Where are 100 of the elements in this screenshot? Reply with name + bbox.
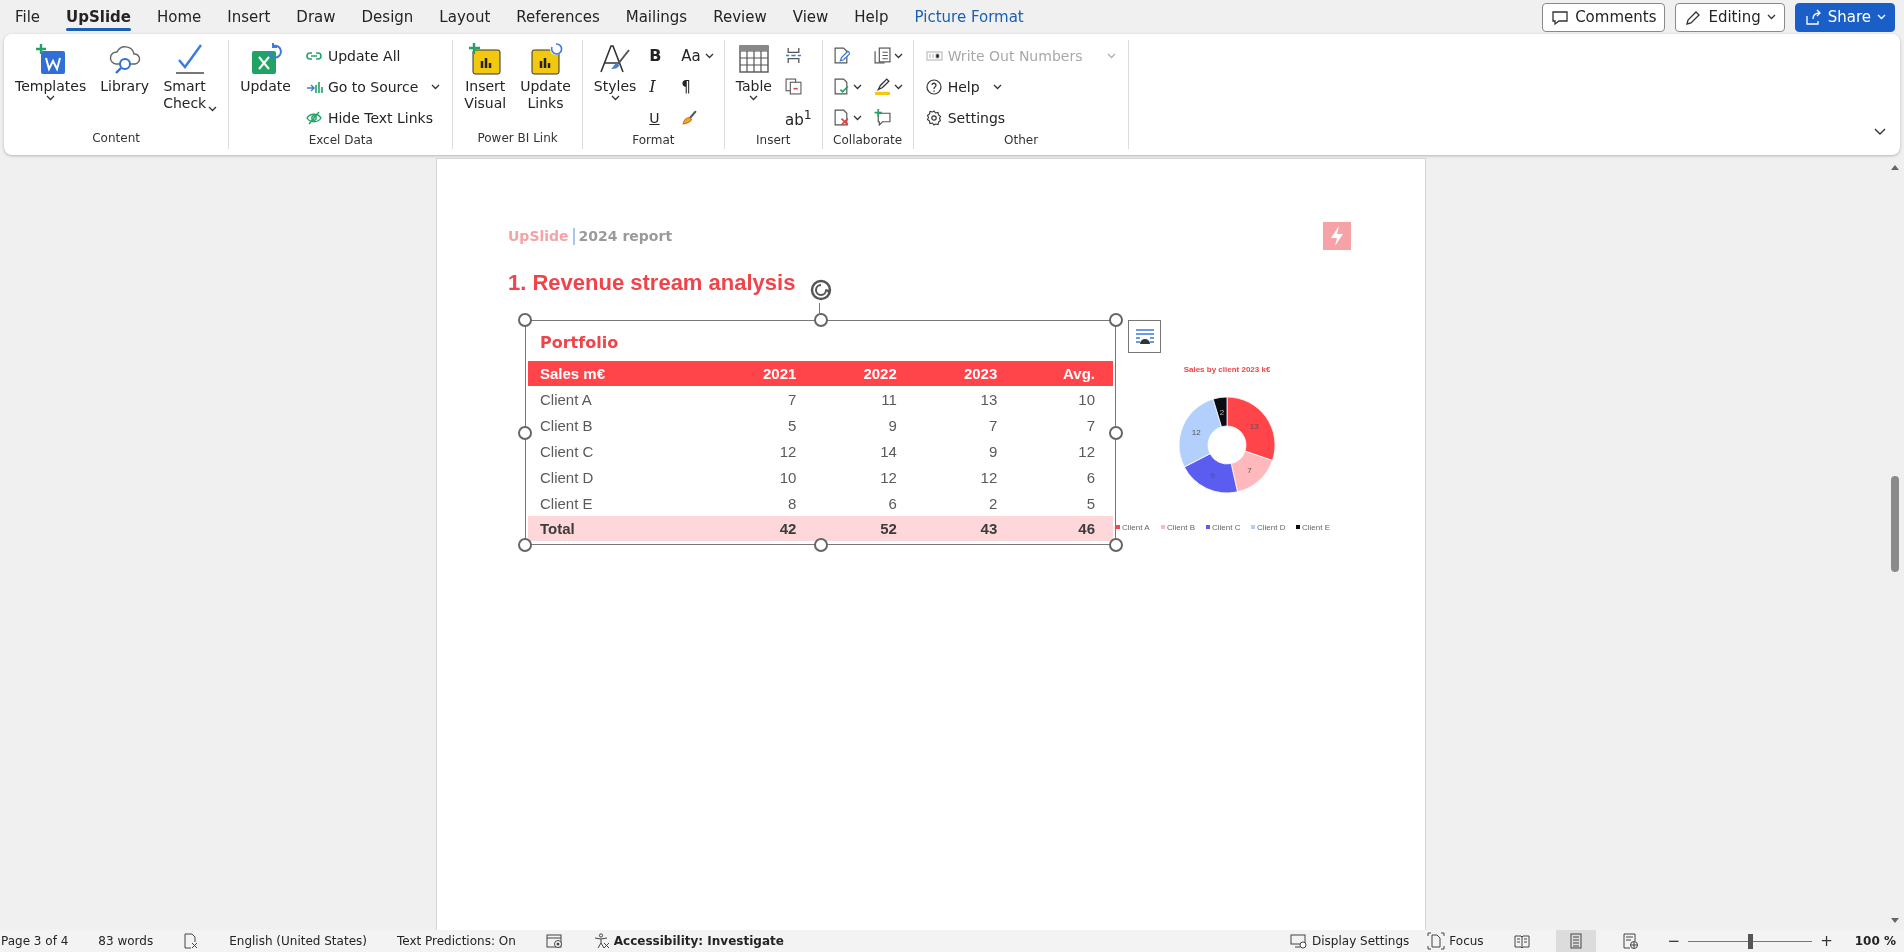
- ribbon-button[interactable]: Hide Text Links: [299, 102, 447, 133]
- ribbon-button[interactable]: I: [645, 71, 674, 102]
- language-label[interactable]: English (United States): [229, 934, 367, 948]
- resize-handle[interactable]: [1109, 538, 1123, 552]
- legend-swatch: [1206, 525, 1210, 529]
- ribbon-button[interactable]: Styles: [588, 40, 642, 103]
- ribbon-button[interactable]: Smart Check: [158, 40, 223, 114]
- slider-thumb[interactable]: [1748, 933, 1754, 949]
- ribbon-button[interactable]: Library: [95, 40, 155, 97]
- resize-handle[interactable]: [1109, 425, 1123, 440]
- report-title: 2024 report: [578, 228, 673, 244]
- brand-name: UpSlide: [508, 228, 569, 244]
- ribbon-tab[interactable]: File: [2, 2, 54, 32]
- ribbon-button[interactable]: ab$^{1}$: [781, 102, 816, 133]
- ribbon-button[interactable]: U: [645, 102, 674, 133]
- document-list-icon: [873, 47, 891, 64]
- ribbon-tab[interactable]: Insert: [214, 2, 284, 32]
- ribbon-button[interactable]: Templates: [10, 40, 92, 103]
- resize-handle[interactable]: [518, 425, 532, 440]
- resize-handle[interactable]: [1109, 313, 1123, 327]
- ribbon-button[interactable]: Aa: [677, 40, 718, 71]
- table-cell: 6: [814, 490, 915, 516]
- brush-icon: [681, 109, 699, 126]
- ribbon-button[interactable]: B: [645, 40, 674, 71]
- ribbon-button[interactable]: Table: [730, 40, 777, 103]
- text-wrap-icon: [1134, 327, 1155, 346]
- ribbon-tab[interactable]: UpSlide: [53, 2, 145, 32]
- header-button[interactable]: Editing: [1675, 2, 1785, 32]
- table-cell-text: 10: [778, 467, 798, 488]
- ribbon-tab[interactable]: View: [779, 2, 842, 32]
- header-button[interactable]: Comments: [1542, 2, 1666, 32]
- column-header: Avg.: [1015, 361, 1113, 386]
- table-cell-text: 12: [1077, 441, 1096, 462]
- focus-icon: [1427, 932, 1446, 950]
- zoom-in-button[interactable]: +: [1820, 932, 1833, 950]
- ribbon-tab[interactable]: Picture Format: [901, 2, 1037, 32]
- data-label: 9: [1210, 471, 1216, 481]
- accessibility-status[interactable]: Accessibility: Investigate: [613, 934, 784, 948]
- scroll-up-icon: [1890, 164, 1900, 171]
- ribbon-tab[interactable]: Draw: [283, 2, 349, 32]
- view-button[interactable]: [1555, 930, 1596, 952]
- column-header: 2023: [914, 361, 1016, 386]
- table-grid-icon: [736, 42, 771, 76]
- page-count[interactable]: Page 3 of 4: [1, 934, 69, 948]
- layout-options-button[interactable]: [1128, 320, 1161, 353]
- table-cell: 10: [1015, 386, 1113, 412]
- selection-frame[interactable]: Portfolio Sales m€ 2021 2022 2023 Avg. Client A 7 11 13 10 Client B 5 9 7 7 Client C 12 14 9 12 Client D 10 12 12 6 Client E 8 6 2 5 Total 42 52 43 46: [525, 320, 1116, 545]
- zoom-level[interactable]: 100 %: [1854, 934, 1896, 948]
- zoom-out-button[interactable]: −: [1667, 932, 1681, 950]
- legend-label: Client C: [1212, 523, 1241, 532]
- ribbon-button[interactable]: Update All: [299, 40, 447, 71]
- table-cell-text: Client B: [539, 415, 594, 436]
- ribbon-button[interactable]: ¶: [677, 71, 718, 102]
- resize-handle[interactable]: [813, 538, 828, 552]
- group-label: Collaborate: [832, 133, 904, 149]
- ribbon-tab[interactable]: Mailings: [612, 2, 701, 32]
- legend-swatch: [1251, 525, 1255, 529]
- ribbon-tab[interactable]: Review: [700, 2, 780, 32]
- table-cell-text: Client D: [539, 467, 595, 488]
- ribbon-button[interactable]: Help: [919, 71, 1123, 102]
- table-cell: 42: [713, 516, 815, 541]
- legend-label: Client A: [1122, 523, 1150, 532]
- data-label: 12: [1191, 427, 1201, 437]
- table-cell-text: 12: [778, 441, 798, 462]
- legend-label: Client D: [1257, 523, 1286, 532]
- ribbon-button[interactable]: Insert Visual: [459, 40, 512, 114]
- ribbon-button[interactable]: Go to Source: [299, 71, 447, 102]
- ribbon-tab[interactable]: References: [503, 2, 613, 32]
- resize-handle[interactable]: [813, 313, 828, 327]
- text-predictions-label[interactable]: Text Predictions: On: [396, 934, 516, 948]
- table-cell: 13: [914, 386, 1016, 412]
- ribbon-tab[interactable]: Home: [144, 2, 215, 32]
- ribbon-tab[interactable]: Layout: [426, 2, 504, 32]
- column-header: 2021: [713, 361, 815, 386]
- table-cell-text: 7: [987, 415, 999, 436]
- ribbon-tab[interactable]: Design: [348, 2, 427, 32]
- focus-button[interactable]: Focus: [1427, 932, 1484, 950]
- legend-swatch: [1161, 525, 1165, 529]
- word-count[interactable]: 83 words: [98, 934, 154, 948]
- ribbon-button[interactable]: Settings: [919, 102, 1123, 133]
- table-cell: 2: [914, 490, 1016, 516]
- table-cell-text: 12: [879, 467, 898, 488]
- header-button[interactable]: Share: [1794, 2, 1895, 32]
- legend-label: Client E: [1302, 523, 1330, 532]
- book-icon: [1513, 933, 1530, 949]
- bar-chart-refresh-icon: [528, 42, 563, 76]
- resize-handle[interactable]: [518, 538, 532, 552]
- legend-label: Client B: [1167, 523, 1195, 532]
- page-break-icon: [785, 47, 802, 64]
- ribbon-tab[interactable]: Help: [841, 2, 902, 32]
- table-cell-text: 12: [979, 467, 999, 488]
- display-settings-button[interactable]: Display Settings: [1290, 933, 1410, 949]
- ribbon-button[interactable]: Update: [235, 40, 296, 97]
- legend-swatch: [1296, 525, 1300, 529]
- ribbon-button[interactable]: Update Links: [515, 40, 576, 114]
- resize-handle[interactable]: [518, 313, 532, 327]
- scrollbar-thumb[interactable]: [1891, 476, 1899, 572]
- share-icon: [1803, 8, 1822, 26]
- scroll-down-icon: [1890, 917, 1900, 924]
- group-label: Excel Data: [307, 133, 374, 149]
